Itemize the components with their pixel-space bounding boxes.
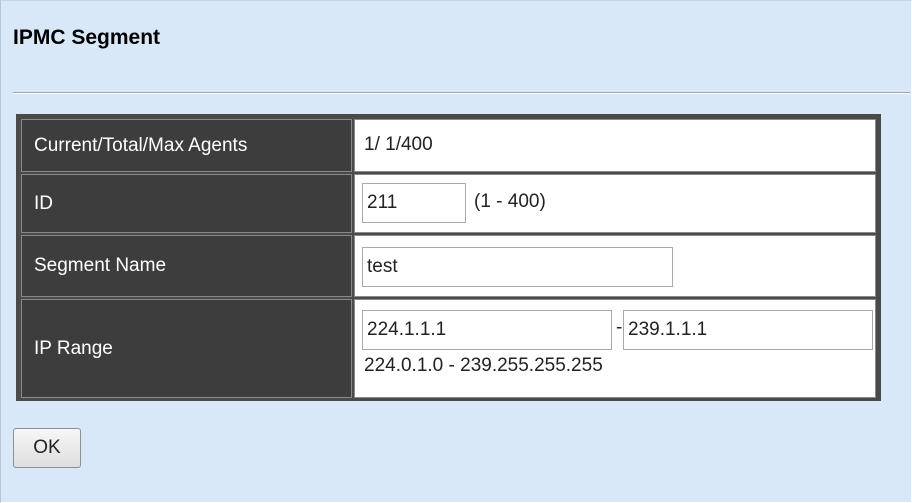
page-title: IPMC Segment <box>13 26 161 49</box>
segment-name-row: Segment Name <box>19 235 878 297</box>
segment-name-value-cell <box>354 235 876 297</box>
segment-name-label: Segment Name <box>21 235 352 297</box>
id-value-cell: (1 - 400) <box>354 174 876 233</box>
ip-range-hint: 224.0.1.0 - 239.255.255.255 <box>364 355 603 376</box>
ip-range-value-cell: - 224.0.1.0 - 239.255.255.255 <box>354 299 876 398</box>
agents-row: Current/Total/Max Agents 1/ 1/400 <box>19 119 878 172</box>
agents-value: 1/ 1/400 <box>364 134 433 155</box>
ok-button[interactable]: OK <box>13 428 81 468</box>
ipmc-segment-panel: IPMC Segment Current/Total/Max Agents 1/… <box>0 0 912 503</box>
id-label: ID <box>21 174 352 233</box>
id-range-hint: (1 - 400) <box>474 191 546 212</box>
title-divider <box>13 92 910 94</box>
ip-range-row: IP Range - 224.0.1.0 - 239.255.255.255 <box>19 299 878 398</box>
id-input[interactable] <box>362 183 466 223</box>
agents-label: Current/Total/Max Agents <box>21 119 352 172</box>
ip-range-separator: - <box>616 317 623 338</box>
agents-value-cell: 1/ 1/400 <box>354 119 876 172</box>
ip-range-end-input[interactable] <box>623 310 873 350</box>
segment-name-input[interactable] <box>362 247 673 287</box>
id-row: ID (1 - 400) <box>19 174 878 233</box>
ip-range-start-input[interactable] <box>362 310 612 350</box>
ip-range-label: IP Range <box>21 299 352 398</box>
segment-config-table: Current/Total/Max Agents 1/ 1/400 ID (1 … <box>16 114 881 401</box>
